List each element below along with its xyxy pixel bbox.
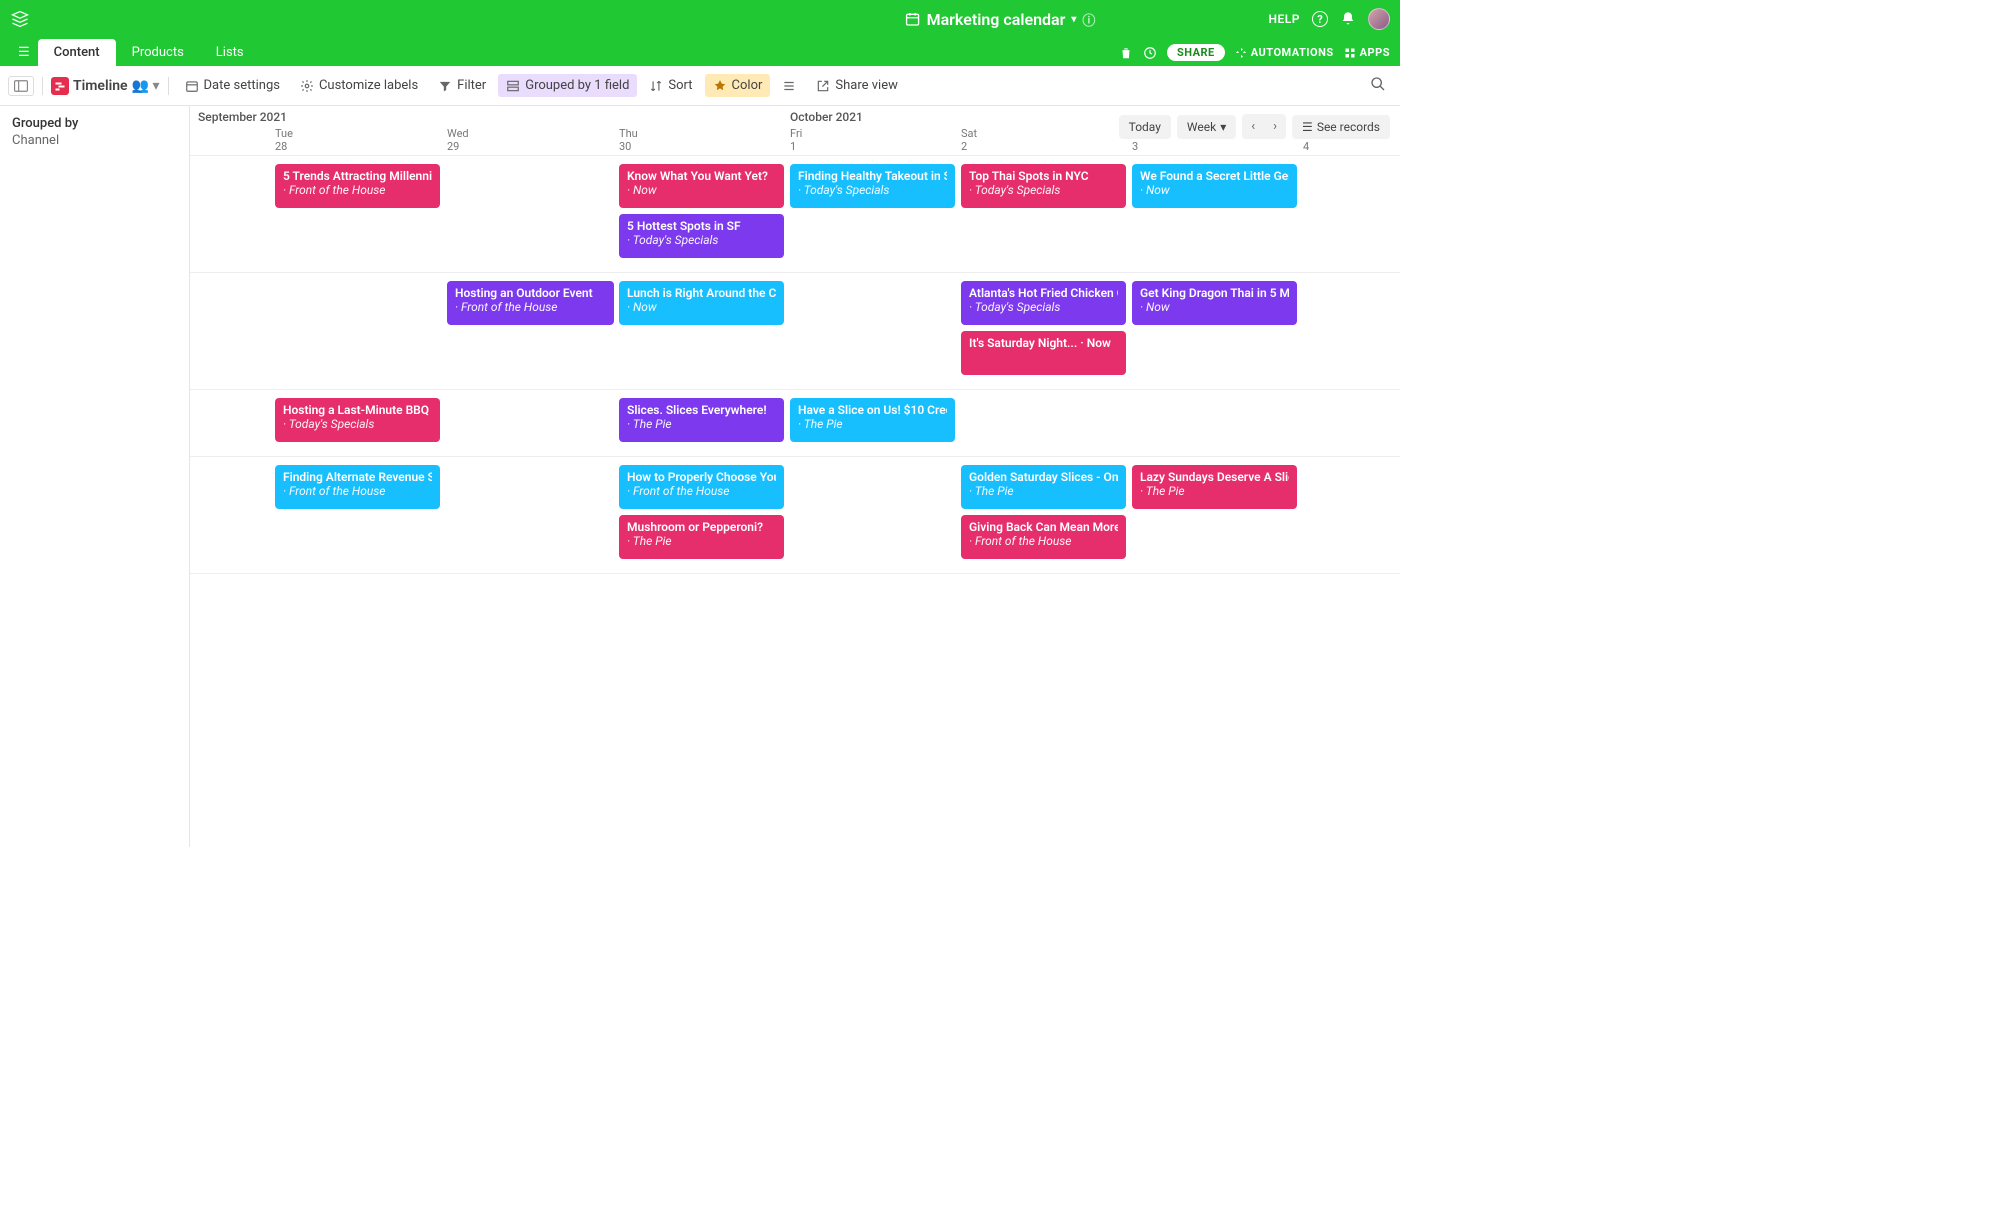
logo-icon — [10, 9, 30, 29]
history-icon[interactable] — [1143, 46, 1157, 60]
tab-lists[interactable]: Lists — [200, 39, 260, 66]
timeline-card[interactable]: Top Thai Spots in NYC· Today's Specials — [961, 164, 1126, 208]
info-icon[interactable]: ⓘ — [1082, 10, 1095, 29]
sort-button[interactable]: Sort — [641, 74, 700, 97]
day-header: Wed29 — [447, 127, 469, 153]
timeline-card[interactable]: Get King Dragon Thai in 5 Minu· Now — [1132, 281, 1297, 325]
timeline-card[interactable]: Atlanta's Hot Fried Chicken Ce· Today's … — [961, 281, 1126, 325]
timeline-card[interactable]: Finding Alternate Revenue Stre· Front of… — [275, 465, 440, 509]
group-twitter: ▾TwitterHosting a Last-Minute BBQ· Today… — [190, 390, 1400, 457]
toggle-panel-button[interactable] — [8, 76, 34, 96]
timeline-icon — [51, 77, 69, 95]
tab-content[interactable]: Content — [38, 39, 116, 66]
timeline[interactable]: September 2021 October 2021 Tue28 Wed29 Thu… — [190, 106, 1400, 847]
timeline-header: September 2021 October 2021 Tue28 Wed29 Thu… — [190, 106, 1400, 156]
timeline-card[interactable]: It's Saturday Night... · Now — [961, 331, 1126, 375]
sidebar: Grouped by Channel — [0, 106, 190, 847]
month-label: September 2021 — [198, 110, 287, 124]
help-icon[interactable]: ? — [1312, 11, 1328, 27]
automations-button[interactable]: AUTOMATIONS — [1235, 46, 1334, 59]
timeline-card[interactable]: Know What You Want Yet?· Now — [619, 164, 784, 208]
sidebar-field: Channel — [12, 133, 177, 148]
timeline-card[interactable]: Finding Healthy Takeout in Sea· Today's … — [790, 164, 955, 208]
toolbar: Timeline 👥 ▾ Date settings Customize lab… — [0, 66, 1400, 106]
tabbar: ☰ ContentProductsLists SHARE AUTOMATIONS… — [0, 38, 1400, 66]
week-dropdown[interactable]: Week ▾ — [1177, 115, 1236, 139]
group-button[interactable]: Grouped by 1 field — [498, 74, 637, 97]
share-view-button[interactable]: Share view — [808, 74, 905, 97]
timeline-card[interactable]: How to Properly Choose Your B· Front of … — [619, 465, 784, 509]
timeline-card[interactable]: Lazy Sundays Deserve A Slice· The Pie — [1132, 465, 1297, 509]
topbar: Marketing calendar ▾ ⓘ HELP ? — [0, 0, 1400, 38]
month-label: October 2021 — [790, 110, 863, 124]
prev-button[interactable]: ‹ — [1242, 114, 1264, 139]
hamburger-icon[interactable]: ☰ — [10, 45, 38, 66]
today-button[interactable]: Today — [1119, 115, 1171, 139]
search-icon[interactable] — [1364, 76, 1392, 96]
color-button[interactable]: Color — [705, 74, 771, 97]
row-height-button[interactable] — [774, 75, 804, 97]
trash-icon[interactable] — [1119, 46, 1133, 60]
timeline-card[interactable]: 5 Hottest Spots in SF· Today's Specials — [619, 214, 784, 258]
calendar-icon — [905, 11, 921, 27]
day-header: Thu30 — [619, 127, 638, 153]
next-button[interactable]: › — [1264, 114, 1286, 139]
chevron-down-icon[interactable]: ▾ — [1071, 14, 1076, 25]
timeline-card[interactable]: Hosting a Last-Minute BBQ· Today's Speci… — [275, 398, 440, 442]
sidebar-header: Grouped by — [12, 116, 177, 131]
group-facebook: ▾Facebook5 Trends Attracting Millennials… — [190, 156, 1400, 273]
see-records-button[interactable]: ☰ See records — [1292, 115, 1390, 139]
day-header: Fri1 — [790, 127, 802, 153]
filter-button[interactable]: Filter — [430, 74, 494, 97]
customize-labels-button[interactable]: Customize labels — [292, 74, 426, 97]
apps-button[interactable]: APPS — [1344, 46, 1390, 59]
group-instagram: ▾InstagramHosting an Outdoor Event· Fron… — [190, 273, 1400, 390]
timeline-card[interactable]: Golden Saturday Slices - Only· The Pie — [961, 465, 1126, 509]
group-email: ▾EmailFinding Alternate Revenue Stre· Fr… — [190, 457, 1400, 574]
people-icon[interactable]: 👥 ▾ — [132, 78, 160, 94]
day-header: Sat2 — [961, 127, 977, 153]
timeline-card[interactable]: Giving Back Can Mean More Pr· Front of t… — [961, 515, 1126, 559]
timeline-card[interactable]: We Found a Secret Little Gem· Now — [1132, 164, 1297, 208]
timeline-card[interactable]: Hosting an Outdoor Event· Front of the H… — [447, 281, 614, 325]
avatar[interactable] — [1368, 8, 1390, 30]
share-button[interactable]: SHARE — [1167, 44, 1225, 61]
timeline-card[interactable]: Have a Slice on Us! $10 Credit· The Pie — [790, 398, 955, 442]
day-header: Tue28 — [275, 127, 293, 153]
timeline-card[interactable]: Lunch is Right Around the Corn· Now — [619, 281, 784, 325]
view-name[interactable]: Timeline — [73, 78, 128, 94]
timeline-card[interactable]: 5 Trends Attracting Millennials· Front o… — [275, 164, 440, 208]
app-title[interactable]: Marketing calendar — [927, 10, 1066, 29]
timeline-card[interactable]: Mushroom or Pepperoni?· The Pie — [619, 515, 784, 559]
date-settings-button[interactable]: Date settings — [177, 74, 288, 97]
nav-arrows: ‹› — [1242, 114, 1286, 139]
help-link[interactable]: HELP — [1269, 12, 1300, 26]
bell-icon[interactable] — [1340, 11, 1356, 27]
tab-products[interactable]: Products — [116, 39, 200, 66]
timeline-card[interactable]: Slices. Slices Everywhere!· The Pie — [619, 398, 784, 442]
